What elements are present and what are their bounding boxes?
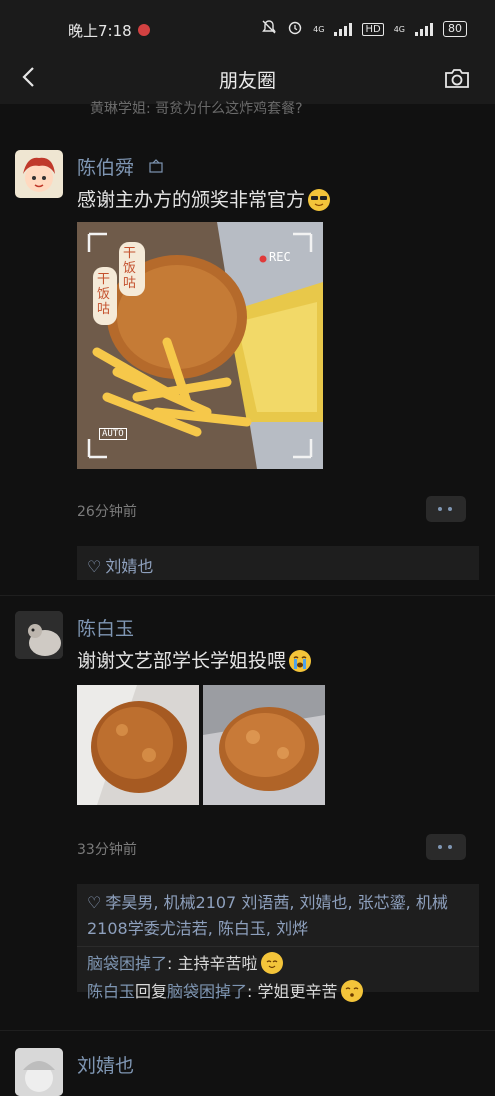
badge-icon: [148, 158, 164, 177]
signal-icon: [334, 22, 353, 36]
post-photo[interactable]: [77, 685, 199, 805]
heart-icon: ♡: [87, 893, 102, 912]
avatar[interactable]: [15, 1048, 63, 1096]
camera-icon: [445, 69, 469, 88]
author-name[interactable]: 刘婧也: [77, 1051, 134, 1078]
battery-indicator: 80: [443, 21, 467, 37]
avatar[interactable]: [15, 150, 63, 198]
post-time: 33分钟前: [77, 842, 137, 858]
post-text: 谢谢文艺部学长学姐投喂: [77, 646, 312, 673]
sticker-text-1: 干饭咕: [123, 246, 137, 291]
page-title: 朋友圈: [218, 70, 276, 92]
comment-item[interactable]: 脑袋困掉了: 主持辛苦啦: [77, 947, 479, 977]
post-time: 26分钟前: [77, 504, 137, 520]
network-label-1: 4G: [313, 24, 325, 34]
alarm-icon: [287, 19, 303, 39]
dot-icon: [438, 507, 442, 511]
previous-comment-cut: 黄琳学姐: 哥贫为什么这炸鸡套餐?: [90, 101, 303, 116]
dot-icon: [448, 507, 452, 511]
dot-icon: [438, 845, 442, 849]
post-photo[interactable]: REC AUTO 干饭咕 干饭咕: [77, 222, 323, 469]
more-actions-button[interactable]: [426, 496, 466, 522]
mute-icon: [261, 19, 277, 39]
post-photo[interactable]: [203, 685, 325, 805]
rec-label: REC: [269, 250, 291, 264]
avatar[interactable]: [15, 611, 63, 659]
cool-sunglasses-emoji: [308, 189, 331, 211]
divider: [0, 1030, 495, 1031]
like-names[interactable]: 刘婧也: [105, 557, 153, 576]
like-names[interactable]: 李昊男, 机械2107 刘语茜, 刘婧也, 张芯鎏, 机械2108学委尤洁若, …: [87, 893, 448, 938]
hd-icon: HD: [362, 22, 384, 36]
status-icons: 4G HD 4G 80: [261, 19, 467, 39]
divider: [0, 595, 495, 596]
likes-box: ♡ 李昊男, 机械2107 刘语茜, 刘婧也, 张芯鎏, 机械2108学委尤洁若,…: [77, 884, 479, 1002]
camera-button[interactable]: [443, 66, 473, 96]
comment-item[interactable]: 陈白玉回复脑袋困掉了: 学姐更辛苦: [77, 977, 479, 1005]
auto-label: AUTO: [99, 428, 127, 440]
heart-icon: ♡: [87, 557, 102, 576]
status-bar: 晚上7:18 4G HD 4G 80: [0, 0, 495, 60]
signal-icon-2: [415, 22, 433, 36]
screen-record-icon: [138, 24, 150, 36]
kissing-smile-emoji: [340, 980, 363, 1002]
sticker-text-2: 干饭咕: [97, 272, 111, 317]
dot-icon: [448, 845, 452, 849]
author-name[interactable]: 陈白玉: [77, 614, 134, 641]
network-label-2: 4G: [393, 24, 405, 34]
author-name[interactable]: 陈伯舜: [77, 153, 134, 180]
crying-emoji: [289, 650, 312, 672]
more-actions-button[interactable]: [426, 834, 466, 860]
post-text: 感谢主办方的颁奖非常官方: [77, 185, 331, 212]
likes-box: ♡ 刘婧也: [77, 546, 479, 580]
cat-emoji: [260, 952, 283, 974]
status-time: 晚上7:18: [68, 22, 132, 40]
